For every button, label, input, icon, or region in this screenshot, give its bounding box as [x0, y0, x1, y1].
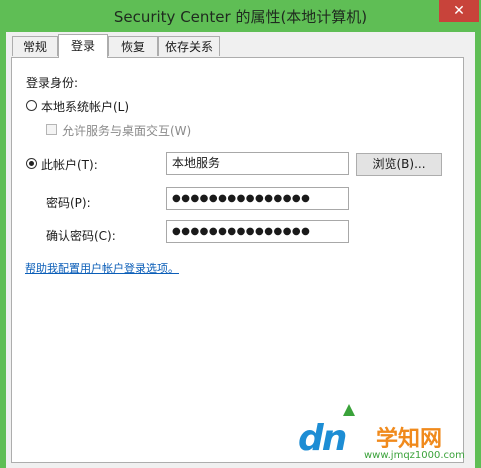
window-title: Security Center 的属性(本地计算机) — [113, 8, 368, 26]
local-system-account-label: 本地系统帐户(L) — [41, 100, 130, 114]
tab-recovery[interactable]: 恢复 — [108, 36, 158, 56]
confirm-password-input[interactable]: ●●●●●●●●●●●●●●● — [166, 220, 349, 243]
account-name-input[interactable]: 本地服务 — [166, 152, 349, 175]
watermark-arrow-icon — [343, 404, 355, 416]
radio-icon — [26, 100, 37, 111]
logon-tab-panel: 登录身份: 本地系统帐户(L) 允许服务与桌面交互(W) 此帐户(T): 本地服… — [11, 57, 464, 463]
watermark-url: www.jmqz1000.com — [364, 450, 465, 461]
confirm-password-label: 确认密码(C): — [46, 229, 116, 243]
watermark-logo: dn — [298, 418, 347, 459]
tab-label: 恢复 — [120, 40, 145, 54]
desktop-interact-label: 允许服务与桌面交互(W) — [62, 124, 192, 138]
window-frame-right — [475, 32, 481, 468]
checkbox-icon — [46, 124, 57, 135]
watermark-site-name: 学知网 — [376, 427, 443, 452]
close-button[interactable]: ✕ — [439, 0, 479, 22]
this-account-label: 此帐户(T): — [41, 158, 98, 172]
logon-as-label: 登录身份: — [26, 76, 79, 90]
tab-logon[interactable]: 登录 — [58, 34, 108, 58]
tab-general[interactable]: 常规 — [12, 36, 58, 56]
tab-label: 登录 — [70, 39, 95, 53]
tab-label: 常规 — [22, 40, 47, 54]
password-label: 密码(P): — [46, 196, 91, 210]
tab-dependencies[interactable]: 依存关系 — [158, 36, 220, 56]
password-input[interactable]: ●●●●●●●●●●●●●●● — [166, 187, 349, 210]
title-bar[interactable]: Security Center 的属性(本地计算机) ✕ — [0, 0, 481, 32]
help-link[interactable]: 帮助我配置用户帐户登录选项。 — [25, 260, 179, 276]
close-icon: ✕ — [453, 3, 465, 19]
radio-icon — [26, 158, 37, 169]
browse-button[interactable]: 浏览(B)... — [356, 153, 442, 176]
tab-label: 依存关系 — [164, 40, 213, 54]
